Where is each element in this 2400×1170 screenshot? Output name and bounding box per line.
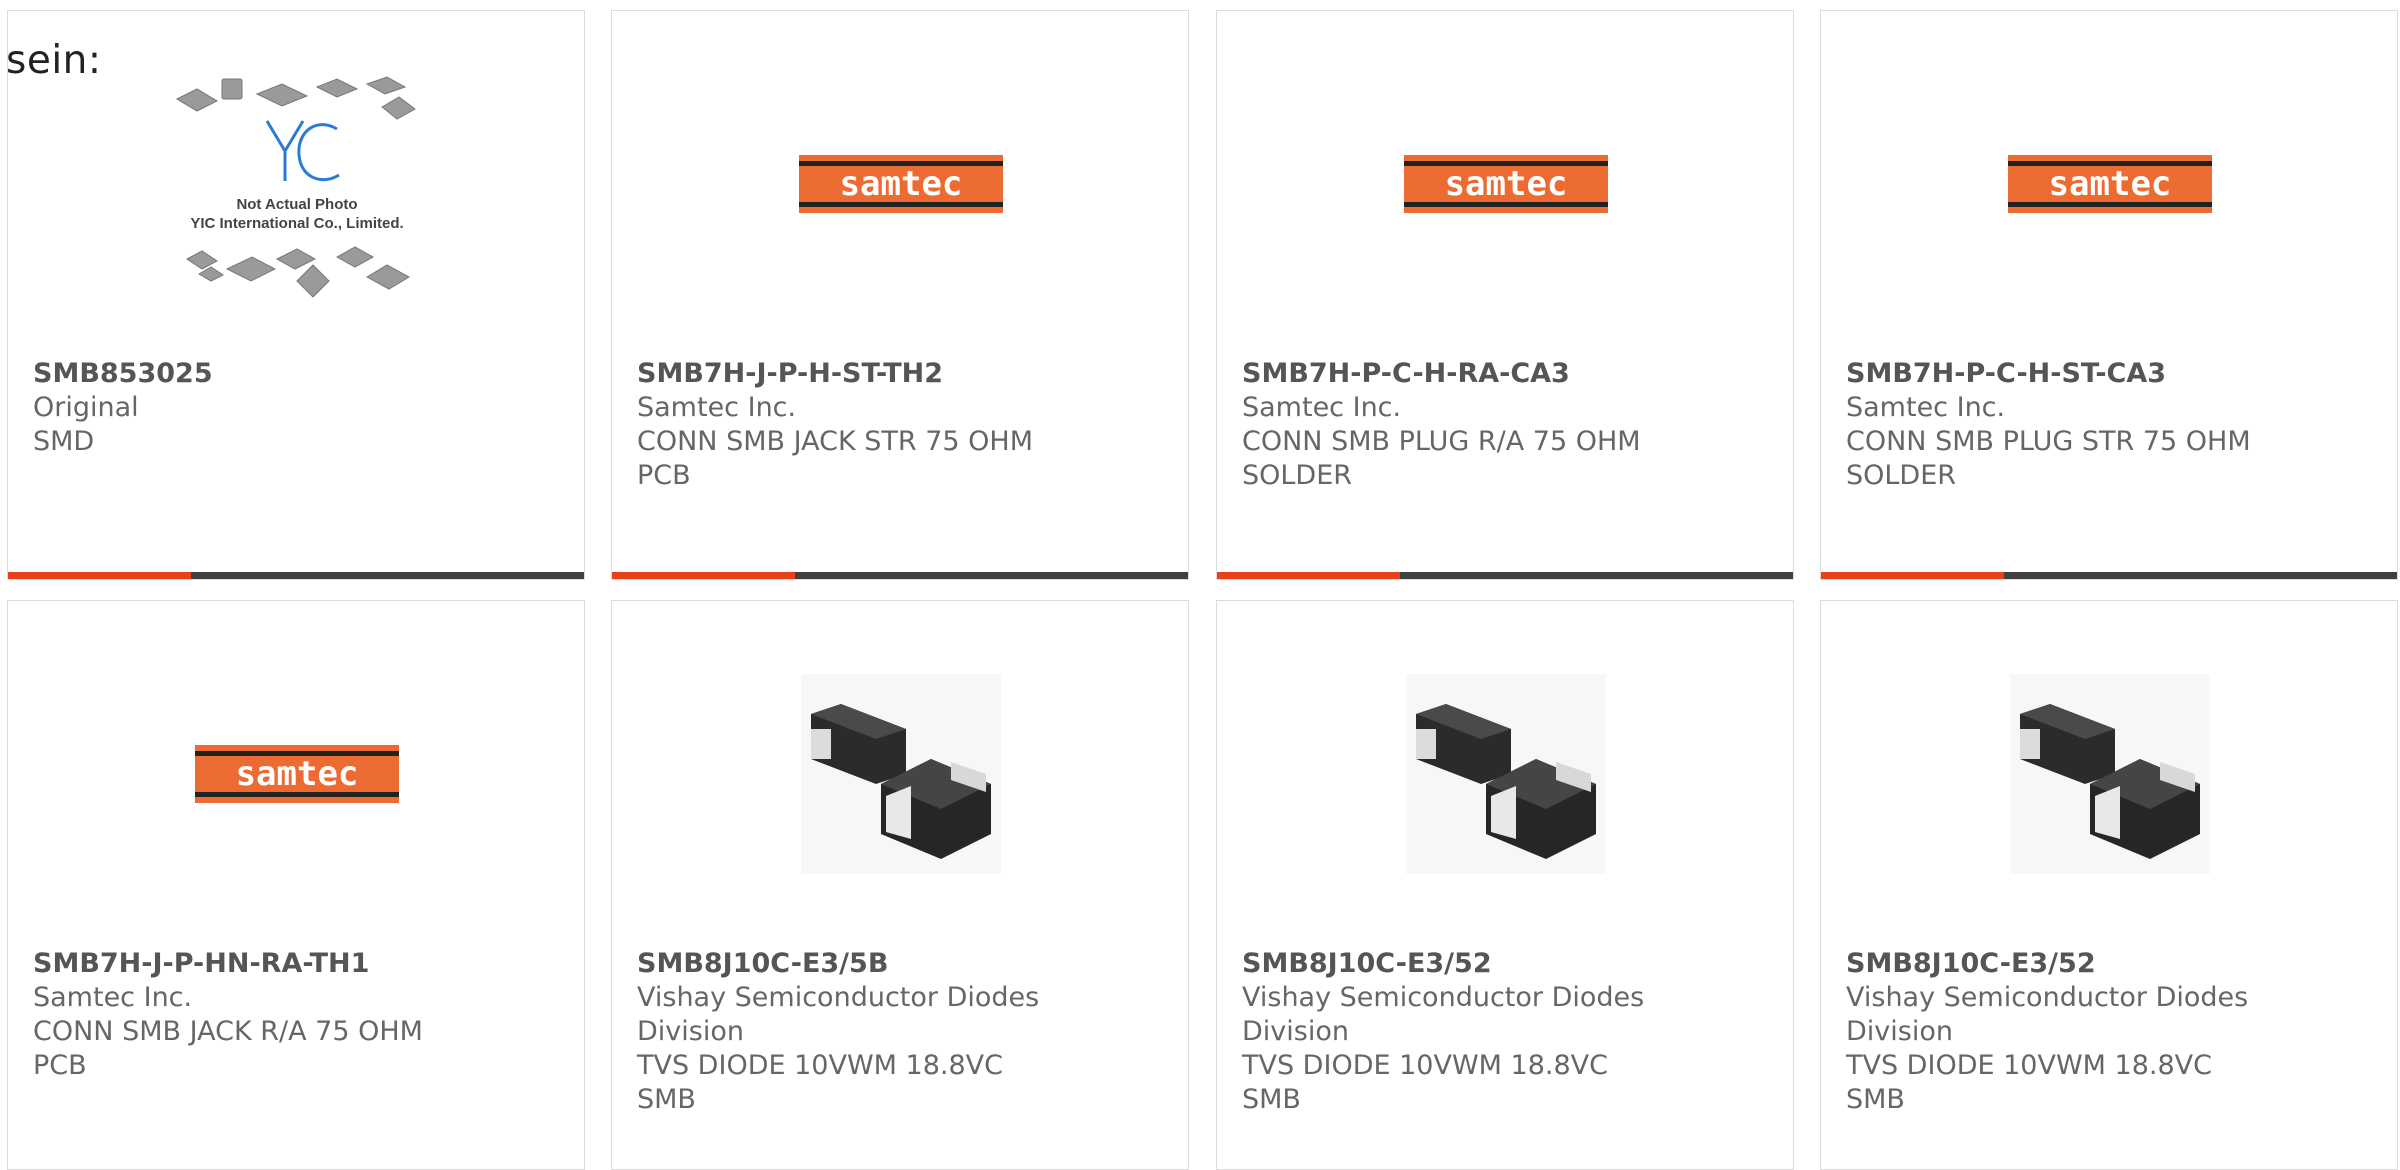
product-info: SMB853025 Original SMD [33, 357, 463, 459]
product-image[interactable]: samtec [1217, 49, 1793, 319]
product-info: SMB8J10C-E3/5B Vishay Semiconductor Diode… [637, 947, 1067, 1117]
product-info: SMB7H-P-C-H-ST-CA3 Samtec Inc. CONN SMB PL… [1846, 357, 2276, 493]
product-detail-line: CONN SMB JACK R/A 75 OHM [33, 1016, 423, 1047]
product-image[interactable] [1217, 639, 1793, 909]
product-detail-line: Division [1846, 1016, 1953, 1047]
card-accent-highlight [1217, 572, 1400, 579]
part-number-link[interactable]: SMB7H-P-C-H-ST-CA3 [1846, 357, 2276, 391]
part-number-link[interactable]: SMB7H-J-P-H-ST-TH2 [637, 357, 1067, 391]
diode-photo [2010, 674, 2210, 874]
product-info: SMB7H-P-C-H-RA-CA3 Samtec Inc. CONN SMB PL… [1242, 357, 1672, 493]
part-number-link[interactable]: SMB853025 [33, 357, 463, 391]
product-detail-line: PCB [637, 460, 691, 491]
product-card[interactable]: samtec SMB7H-J-P-H-ST-TH2 Samtec Inc. CONN… [611, 10, 1189, 580]
product-detail-line: CONN SMB JACK STR 75 OHM [637, 426, 1034, 457]
product-detail-line: SOLDER [1846, 460, 1957, 491]
samtec-logo: samtec [1404, 155, 1608, 213]
product-card[interactable]: SMB8J10C-E3/52 Vishay Semiconductor Diode… [1820, 600, 2398, 1170]
product-detail-line: SOLDER [1242, 460, 1353, 491]
product-card[interactable]: samtec SMB7H-J-P-HN-RA-TH1 Samtec Inc. CON… [7, 600, 585, 1170]
product-card[interactable]: samtec SMB7H-P-C-H-ST-CA3 Samtec Inc. CONN… [1820, 10, 2398, 580]
product-detail-line: TVS DIODE 10VWM 18.8VC SMB [1846, 1050, 2212, 1115]
placeholder-line1: Not Actual Photo [236, 196, 357, 213]
product-detail-line: Samtec Inc. [1242, 392, 1402, 423]
card-accent-bar [1217, 572, 1793, 579]
product-card[interactable]: Not Actual Photo YIC International Co., … [7, 10, 585, 580]
placeholder-image: Not Actual Photo YIC International Co., … [175, 76, 416, 298]
product-info: SMB7H-J-P-HN-RA-TH1 Samtec Inc. CONN SMB J… [33, 947, 463, 1083]
product-detail-line: Vishay Semiconductor Diodes [637, 982, 1040, 1013]
diode-photo [801, 674, 1001, 874]
product-detail-line: Samtec Inc. [33, 982, 193, 1013]
card-accent-bar [612, 572, 1188, 579]
part-number-link[interactable]: SMB8J10C-E3/52 [1242, 947, 1672, 981]
svg-text:samtec: samtec [1445, 164, 1568, 204]
product-image[interactable]: Not Actual Photo YIC International Co., … [8, 49, 584, 319]
product-info: SMB7H-J-P-H-ST-TH2 Samtec Inc. CONN SMB JA… [637, 357, 1067, 493]
svg-text:samtec: samtec [2049, 164, 2172, 204]
product-detail-line: CONN SMB PLUG R/A 75 OHM [1242, 426, 1641, 457]
product-image[interactable]: samtec [1821, 49, 2397, 319]
part-number-link[interactable]: SMB8J10C-E3/52 [1846, 947, 2276, 981]
product-info: SMB8J10C-E3/52 Vishay Semiconductor Diode… [1242, 947, 1672, 1117]
part-number-link[interactable]: SMB7H-J-P-HN-RA-TH1 [33, 947, 463, 981]
lead-text: sein: [6, 38, 102, 83]
product-card[interactable]: SMB8J10C-E3/5B Vishay Semiconductor Diode… [611, 600, 1189, 1170]
product-detail-line: Division [1242, 1016, 1349, 1047]
product-card[interactable]: samtec SMB7H-P-C-H-RA-CA3 Samtec Inc. CONN… [1216, 10, 1794, 580]
svg-text:samtec: samtec [840, 164, 963, 204]
product-card[interactable]: SMB8J10C-E3/52 Vishay Semiconductor Diode… [1216, 600, 1794, 1170]
card-accent-bar [1821, 572, 2397, 579]
card-accent-bar [8, 572, 584, 579]
part-number-link[interactable]: SMB8J10C-E3/5B [637, 947, 1067, 981]
card-accent-highlight [1821, 572, 2004, 579]
product-detail-line: TVS DIODE 10VWM 18.8VC SMB [1242, 1050, 1608, 1115]
samtec-logo: samtec [195, 745, 399, 803]
product-detail-line: Vishay Semiconductor Diodes [1846, 982, 2249, 1013]
product-image[interactable]: samtec [8, 639, 584, 909]
product-info: SMB8J10C-E3/52 Vishay Semiconductor Diode… [1846, 947, 2276, 1117]
product-detail-line: Samtec Inc. [1846, 392, 2006, 423]
product-detail-line: PCB [33, 1050, 87, 1081]
placeholder-line2: YIC International Co., Limited. [190, 215, 403, 232]
samtec-logo: samtec [799, 155, 1003, 213]
samtec-logo: samtec [2008, 155, 2212, 213]
svg-text:samtec: samtec [236, 754, 359, 794]
product-image[interactable] [612, 639, 1188, 909]
diode-photo [1406, 674, 1606, 874]
card-accent-highlight [612, 572, 795, 579]
product-detail-line: Division [637, 1016, 744, 1047]
product-detail-line: SMD [33, 426, 95, 457]
product-detail-line: Original [33, 392, 139, 423]
product-detail-line: Vishay Semiconductor Diodes [1242, 982, 1645, 1013]
product-detail-line: TVS DIODE 10VWM 18.8VC SMB [637, 1050, 1003, 1115]
product-detail-line: CONN SMB PLUG STR 75 OHM [1846, 426, 2251, 457]
card-accent-highlight [8, 572, 191, 579]
product-image[interactable]: samtec [612, 49, 1188, 319]
part-number-link[interactable]: SMB7H-P-C-H-RA-CA3 [1242, 357, 1672, 391]
product-image[interactable] [1821, 639, 2397, 909]
product-detail-line: Samtec Inc. [637, 392, 797, 423]
